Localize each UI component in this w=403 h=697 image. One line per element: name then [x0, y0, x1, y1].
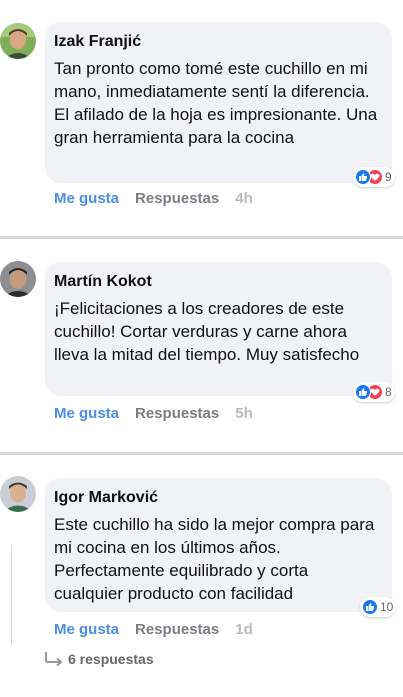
- like-reaction-icon: [355, 169, 371, 185]
- comment-author[interactable]: Igor Marković: [54, 488, 380, 508]
- divider: [0, 452, 403, 455]
- reaction-summary[interactable]: 10: [360, 597, 397, 617]
- comment-actions: Me gusta Respuestas 1d: [54, 621, 253, 638]
- comment-author[interactable]: Izak Franjić: [54, 32, 380, 52]
- like-button[interactable]: Me gusta: [54, 405, 119, 422]
- comment-text: Este cuchillo ha sido la mejor compra pa…: [54, 515, 375, 603]
- divider: [0, 236, 403, 239]
- replies-count-label: 6 respuestas: [68, 651, 154, 667]
- comment-text: Tan pronto como tomé este cuchillo en mi…: [54, 59, 378, 147]
- reaction-count: 10: [380, 600, 394, 614]
- avatar[interactable]: [0, 261, 36, 297]
- reaction-summary[interactable]: 8: [353, 382, 395, 402]
- comment-bubble: Izak Franjić Tan pronto como tomé este c…: [45, 22, 392, 183]
- thread-line: [11, 545, 12, 645]
- view-replies-link[interactable]: 6 respuestas: [44, 651, 154, 667]
- reaction-count: 8: [385, 385, 392, 399]
- comment-bubble: Igor Marković Este cuchillo ha sido la m…: [45, 478, 392, 612]
- like-reaction-icon: [355, 384, 371, 400]
- like-button[interactable]: Me gusta: [54, 190, 119, 207]
- comment-text: ¡Felicitaciones a los creadores de este …: [54, 299, 360, 364]
- avatar[interactable]: [0, 23, 36, 59]
- comment-author[interactable]: Martín Kokot: [54, 272, 380, 292]
- comment-timestamp[interactable]: 1d: [235, 621, 253, 638]
- reply-button[interactable]: Respuestas: [135, 621, 219, 638]
- reply-button[interactable]: Respuestas: [135, 405, 219, 422]
- comment-timestamp[interactable]: 5h: [235, 405, 253, 422]
- like-reaction-icon: [362, 599, 378, 615]
- reaction-count: 9: [385, 170, 392, 184]
- comment-timestamp[interactable]: 4h: [235, 190, 253, 207]
- comment-actions: Me gusta Respuestas 4h: [54, 190, 253, 207]
- reply-arrow-icon: [45, 652, 63, 667]
- avatar[interactable]: [0, 476, 36, 512]
- reply-button[interactable]: Respuestas: [135, 190, 219, 207]
- comment-bubble: Martín Kokot ¡Felicitaciones a los cread…: [45, 262, 392, 396]
- like-button[interactable]: Me gusta: [54, 621, 119, 638]
- comment-actions: Me gusta Respuestas 5h: [54, 405, 253, 422]
- reaction-summary[interactable]: 9: [353, 167, 395, 187]
